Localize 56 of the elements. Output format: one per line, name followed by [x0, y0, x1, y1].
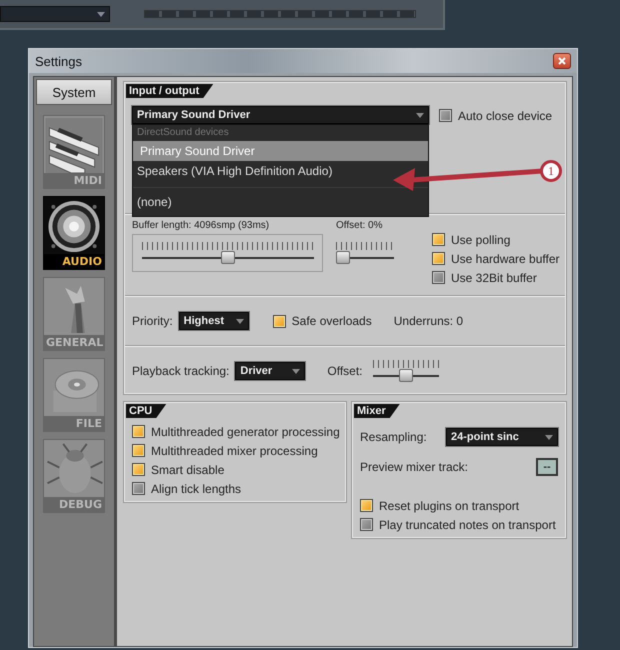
checkbox[interactable]: [132, 482, 145, 495]
caret-icon: [416, 112, 424, 118]
caret-icon: [545, 434, 553, 440]
checkbox-label: Multithreaded generator processing: [151, 424, 340, 438]
list-header: DirectSound devices: [136, 126, 230, 140]
checkbox[interactable]: [432, 252, 445, 265]
close-button[interactable]: [553, 53, 571, 69]
dropdown-field[interactable]: Driver: [235, 362, 306, 380]
checkbox[interactable]: [132, 425, 145, 438]
status-text: Underruns: 0: [394, 314, 464, 328]
window-title: Settings: [35, 54, 82, 68]
checkbox-label: Use hardware buffer: [451, 252, 560, 266]
track-display[interactable]: --: [536, 458, 558, 476]
checkbox-label: Align tick lengths: [151, 482, 242, 496]
checkbox[interactable]: [272, 314, 286, 328]
field-label: Offset:: [327, 364, 363, 378]
sidebar-item[interactable]: AUDIO: [43, 196, 105, 270]
checkbox[interactable]: [132, 463, 145, 476]
checkbox-label: Use polling: [451, 232, 510, 246]
checkbox[interactable]: [360, 499, 373, 512]
checkbox[interactable]: [360, 518, 373, 531]
checkbox[interactable]: [432, 271, 445, 284]
dropdown-field[interactable]: Primary Sound Driver: [132, 106, 429, 124]
checkbox-label: Smart disable: [151, 462, 224, 476]
checkbox-label: Multithreaded mixer processing: [151, 444, 318, 458]
dropdown-field[interactable]: Highest: [178, 312, 249, 330]
section-title: Input / output: [126, 84, 214, 98]
section-title: CPU: [126, 404, 166, 418]
close-icon: [558, 57, 566, 65]
field-label: Playback tracking:: [132, 364, 230, 378]
checkbox-label: Use 32Bit buffer: [451, 270, 537, 284]
checkbox-label: Auto close device: [458, 108, 552, 122]
slider-thumb[interactable]: [220, 251, 234, 264]
field-label: Priority:: [132, 314, 173, 328]
list-item[interactable]: (none): [133, 192, 428, 212]
dropdown-field[interactable]: [0, 6, 110, 22]
dropdown-field[interactable]: 24-point sinc: [446, 428, 558, 446]
caret-icon: [97, 12, 105, 16]
system-tab[interactable]: System: [36, 79, 112, 105]
field-label: Preview mixer track:: [360, 460, 468, 474]
checkbox-label: Play truncated notes on transport: [379, 518, 556, 532]
checkbox-label: Safe overloads: [292, 314, 372, 328]
checkbox[interactable]: [432, 233, 445, 246]
caret-icon: [236, 318, 244, 324]
field-label: Resampling:: [360, 430, 427, 444]
piano-keys-icon: [45, 118, 103, 173]
slider-thumb[interactable]: [398, 369, 413, 382]
slider-thumb[interactable]: [336, 251, 350, 264]
checkbox[interactable]: [439, 109, 452, 122]
slider-label: Buffer length: 4096smp (93ms): [132, 220, 270, 231]
slider-label: Offset: 0%: [336, 220, 384, 231]
list-item[interactable]: Speakers (VIA High Definition Audio): [133, 161, 428, 181]
checkbox[interactable]: [132, 444, 145, 457]
caret-icon: [292, 368, 300, 374]
section-title: Mixer: [354, 404, 400, 418]
checkbox-label: Reset plugins on transport: [379, 498, 520, 512]
